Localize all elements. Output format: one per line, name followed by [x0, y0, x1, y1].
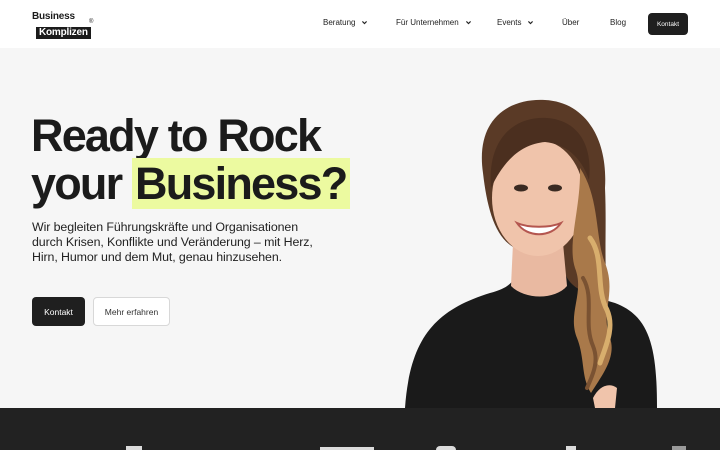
headline-line-1: Ready to Rock	[31, 110, 322, 161]
partner-logo	[126, 446, 142, 450]
nav-item-label: Für Unternehmen	[396, 18, 459, 27]
logo-registered-mark: ®	[89, 19, 94, 25]
chevron-down-icon	[465, 21, 471, 25]
headline-highlight: Business?	[132, 158, 351, 209]
nav-item-ueber[interactable]: Über	[562, 18, 579, 27]
nav-item-label: Blog	[610, 18, 627, 27]
logo-line-2: Komplizen	[36, 27, 91, 39]
hero-headline: Ready to Rock your Business?	[31, 110, 351, 209]
brand-logo[interactable]: Business Komplizen ®	[32, 11, 94, 40]
portrait-image	[405, 99, 657, 408]
partner-logo	[672, 446, 686, 450]
chevron-down-icon	[528, 21, 534, 25]
partner-logo	[436, 446, 456, 450]
nav-item-fuer-unternehmen[interactable]: Für Unternehmen	[396, 18, 472, 27]
site-header: Business Komplizen ® Beratung Für Untern…	[0, 0, 720, 48]
nav-item-label: Über	[562, 18, 580, 27]
header-contact-button[interactable]: Kontakt	[648, 13, 688, 35]
logo-line-1: Business	[32, 11, 75, 22]
nav-item-label: Beratung	[323, 18, 356, 27]
nav-item-events[interactable]: Events	[497, 18, 534, 27]
hero-subtext: Wir begleiten Führungskräfte und Organis…	[32, 220, 313, 264]
nav-item-beratung[interactable]: Beratung	[323, 18, 368, 27]
nav-item-label: Events	[497, 18, 522, 27]
partner-logo	[566, 446, 576, 450]
headline-word-your: your	[31, 158, 123, 209]
hero-section: Ready to Rock your Business? Wir begleit…	[0, 48, 720, 408]
learn-more-button[interactable]: Mehr erfahren	[93, 297, 170, 326]
chevron-down-icon	[362, 21, 368, 25]
headline-line-2: your Business?	[31, 158, 351, 209]
hero-contact-button[interactable]: Kontakt	[32, 297, 85, 326]
partner-logo-band	[0, 408, 720, 450]
nav-item-blog[interactable]: Blog	[610, 18, 626, 27]
